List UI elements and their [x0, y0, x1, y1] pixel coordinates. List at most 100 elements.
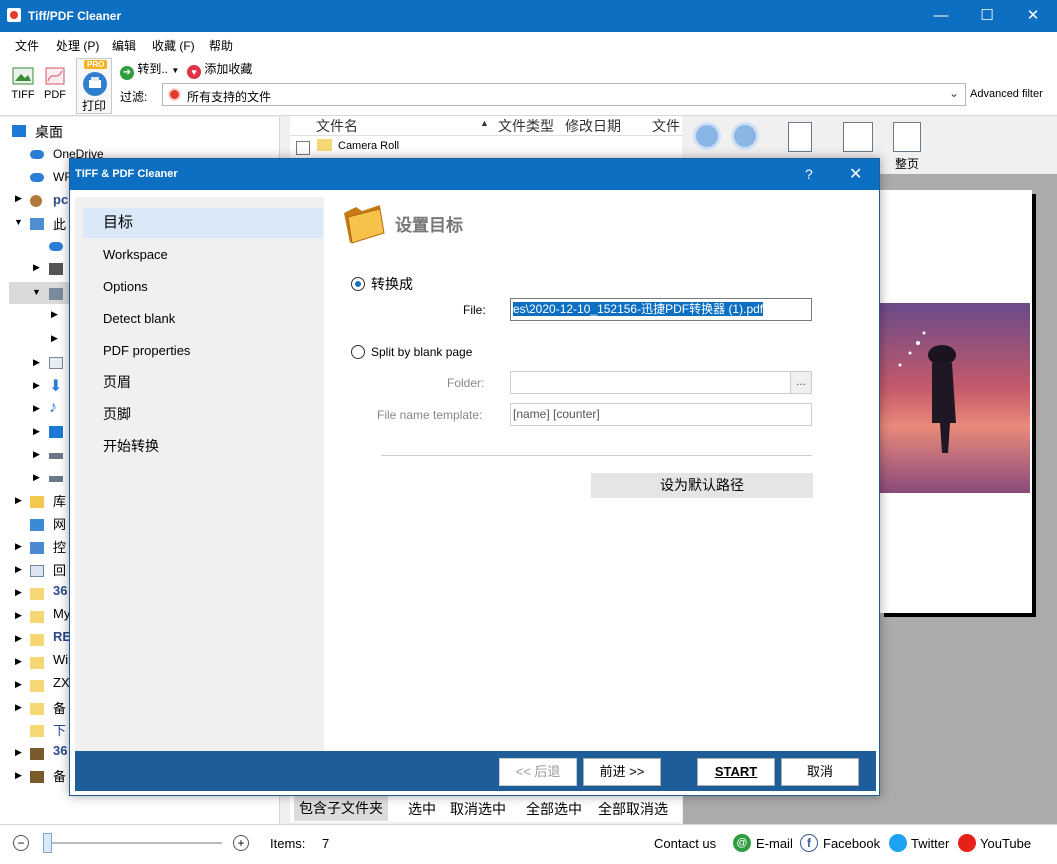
expand-icon[interactable]: ▶ — [51, 309, 58, 320]
tree-item-user[interactable]: pc — [53, 192, 68, 207]
nav-item-pdf-properties[interactable]: PDF properties — [83, 336, 323, 366]
back-button[interactable]: << 后退 — [499, 758, 577, 786]
add-favorite-button[interactable]: ♥ 添加收藏 — [187, 60, 252, 79]
filter-select[interactable]: 所有支持的文件 ⌄ — [162, 83, 966, 106]
select-button[interactable]: 选中 — [408, 799, 436, 819]
tree-item-library[interactable]: 库 — [53, 491, 66, 510]
nav-item-target[interactable]: 目标 — [83, 208, 323, 238]
start-button[interactable]: START — [697, 758, 775, 786]
expand-icon[interactable]: ▶ — [15, 770, 22, 781]
facebook-link[interactable]: Facebook — [823, 836, 880, 851]
twitter-link[interactable]: Twitter — [911, 836, 949, 851]
tree-item-desktop[interactable]: 桌面 — [35, 122, 63, 142]
fit-page-icon[interactable] — [788, 122, 812, 152]
tree-item-folder[interactable]: 下 — [53, 720, 66, 739]
pdf-button[interactable]: PDF — [43, 66, 67, 101]
menu-help[interactable]: 帮助 — [209, 37, 233, 54]
youtube-link[interactable]: YouTube — [980, 836, 1031, 851]
expand-icon[interactable]: ▶ — [33, 403, 40, 414]
nav-item-options[interactable]: Options — [83, 272, 323, 302]
deselect-all-button[interactable]: 全部取消选 — [598, 799, 668, 819]
set-default-path-button[interactable]: 设为默认路径 — [591, 473, 813, 498]
deselect-button[interactable]: 取消选中 — [450, 799, 506, 819]
column-name[interactable]: 文件名 — [316, 116, 358, 136]
expand-icon[interactable]: ▶ — [15, 747, 22, 758]
expand-icon[interactable]: ▶ — [15, 679, 22, 690]
nav-item-detect-blank[interactable]: Detect blank — [83, 304, 323, 334]
tree-item-folder[interactable]: 备 — [53, 766, 66, 785]
expand-icon[interactable]: ▶ — [33, 380, 40, 391]
tree-item-folder[interactable]: My — [53, 606, 70, 621]
email-link[interactable]: E-mail — [756, 836, 793, 851]
expand-icon[interactable]: ▶ — [15, 633, 22, 644]
tree-item-network[interactable]: 网 — [53, 514, 66, 533]
contact-link[interactable]: Contact us — [654, 836, 716, 851]
tree-item-folder[interactable]: ZX — [53, 675, 70, 690]
tree-item-this-pc[interactable]: 此 — [53, 214, 66, 233]
advanced-filter-link[interactable]: Advanced filter — [970, 88, 1043, 100]
expand-icon[interactable]: ▶ — [33, 426, 40, 437]
column-size[interactable]: 文件 — [652, 116, 680, 136]
tree-item-folder[interactable]: 36 — [53, 583, 67, 598]
tree-item-control-panel[interactable]: 控 — [53, 537, 66, 556]
next-button[interactable]: 前进 >> — [583, 758, 661, 786]
zoom-in-icon[interactable] — [693, 122, 721, 150]
full-page-icon[interactable] — [893, 122, 921, 152]
menu-favorites[interactable]: 收藏 (F) — [152, 37, 195, 54]
select-all-button[interactable]: 全部选中 — [526, 799, 582, 819]
slider-handle[interactable] — [43, 833, 52, 853]
print-button[interactable]: PRO 打印 — [76, 58, 112, 114]
menu-edit[interactable]: 编辑 — [112, 37, 136, 54]
split-radio[interactable] — [351, 345, 365, 359]
collapse-icon[interactable]: ▼ — [32, 287, 41, 297]
zoom-slider[interactable] — [50, 842, 222, 844]
nav-item-workspace[interactable]: Workspace — [83, 240, 323, 270]
column-type[interactable]: 文件类型 — [498, 116, 554, 136]
expand-icon[interactable]: ▶ — [15, 610, 22, 621]
convert-radio[interactable] — [351, 277, 365, 291]
dialog-close-icon[interactable]: ✕ — [849, 164, 862, 184]
nav-item-footer[interactable]: 页脚 — [83, 399, 323, 429]
column-date[interactable]: 修改日期 — [565, 116, 621, 136]
include-subfolders-button[interactable]: 包含子文件夹 — [294, 795, 388, 821]
expand-icon[interactable]: ▶ — [33, 262, 40, 273]
expand-icon[interactable]: ▶ — [15, 495, 22, 506]
tree-item-folder[interactable]: 备 — [53, 698, 66, 717]
row-checkbox[interactable] — [296, 141, 310, 155]
minimize-icon[interactable]: — — [918, 0, 964, 32]
convert-to-button[interactable]: ➜ 转到.. ▼ — [120, 60, 179, 80]
fit-width-icon[interactable] — [843, 122, 873, 152]
cancel-button[interactable]: 取消 — [781, 758, 859, 786]
zoom-out-icon[interactable] — [731, 122, 759, 150]
expand-icon[interactable]: ▶ — [33, 472, 40, 483]
tree-item-folder[interactable]: Wi — [53, 652, 68, 667]
folder-input[interactable] — [510, 371, 812, 394]
expand-icon[interactable]: ▶ — [15, 541, 22, 552]
zoom-out-icon[interactable]: − — [13, 835, 29, 851]
menu-file[interactable]: 文件 — [15, 37, 39, 54]
table-row[interactable]: Camera Roll — [338, 140, 399, 152]
expand-icon[interactable]: ▶ — [33, 449, 40, 460]
expand-icon[interactable]: ▶ — [15, 193, 22, 204]
nav-item-start[interactable]: 开始转换 — [83, 431, 323, 461]
template-input[interactable]: [name] [counter] — [510, 403, 812, 426]
full-page-label[interactable]: 整页 — [895, 155, 919, 172]
expand-icon[interactable]: ▶ — [15, 702, 22, 713]
expand-icon[interactable]: ▶ — [33, 357, 40, 368]
maximize-icon[interactable]: ☐ — [964, 0, 1010, 32]
tree-item-folder[interactable]: 36 — [53, 743, 67, 758]
expand-icon[interactable]: ▶ — [51, 333, 58, 344]
tiff-button[interactable]: TIFF — [10, 66, 36, 101]
expand-icon[interactable]: ▶ — [15, 564, 22, 575]
menu-process[interactable]: 处理 (P) — [56, 37, 99, 54]
browse-button[interactable]: ... — [790, 372, 811, 393]
close-icon[interactable]: ✕ — [1010, 0, 1056, 32]
file-input[interactable]: es\2020-12-10_152156-迅捷PDF转换器 (1).pdf — [510, 298, 812, 321]
collapse-icon[interactable]: ▼ — [14, 217, 23, 227]
nav-item-header[interactable]: 页眉 — [83, 367, 323, 397]
expand-icon[interactable]: ▶ — [15, 656, 22, 667]
tree-item-recycle-bin[interactable]: 回 — [53, 560, 66, 579]
expand-icon[interactable]: ▶ — [15, 587, 22, 598]
help-button[interactable]: ? — [805, 166, 813, 182]
zoom-in-icon[interactable]: + — [233, 835, 249, 851]
